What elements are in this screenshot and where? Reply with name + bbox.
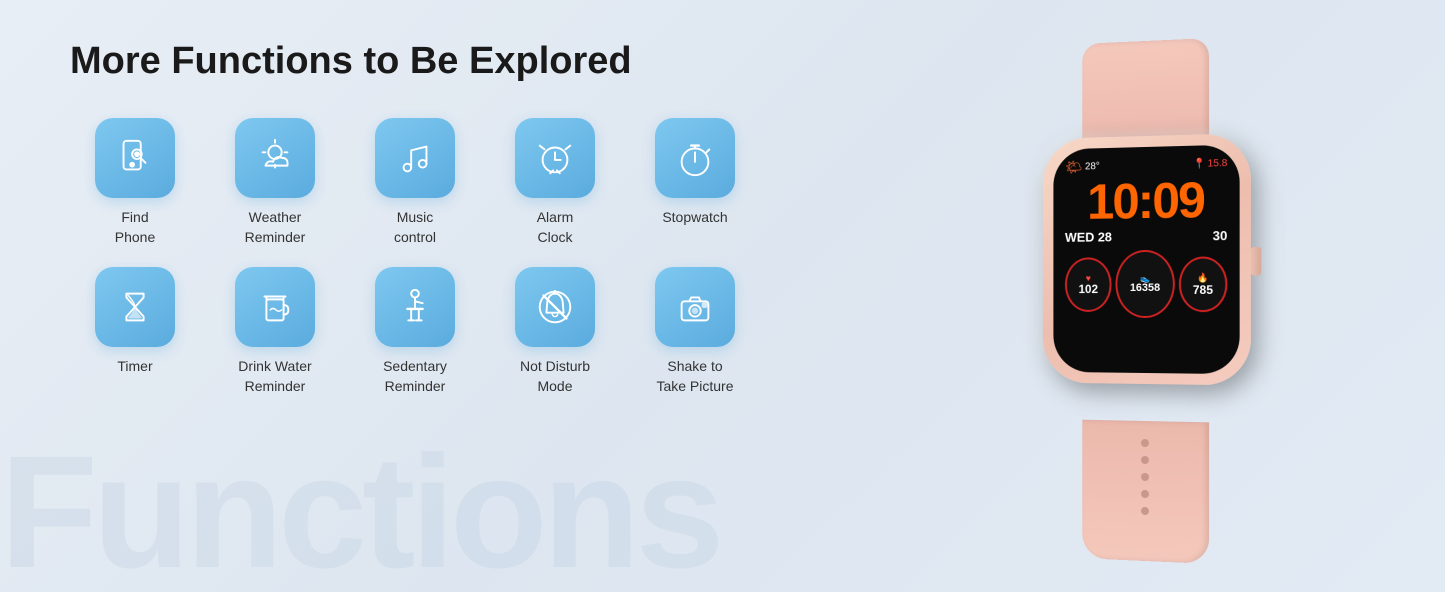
- heart-rate-gauge: ♥ 102: [1065, 257, 1112, 312]
- location-icon: 📍: [1193, 158, 1206, 169]
- calories-gauge: 🔥 785: [1179, 256, 1228, 312]
- watch-seconds: 30: [1213, 228, 1228, 243]
- function-sedentary: SedentaryReminder: [350, 267, 480, 396]
- band-hole: [1141, 490, 1149, 498]
- function-alarm-clock: AlarmClock: [490, 118, 620, 247]
- band-hole: [1141, 456, 1149, 464]
- weather-reminder-label: WeatherReminder: [245, 208, 306, 247]
- sedentary-icon-box: [375, 267, 455, 347]
- music-control-label: Musiccontrol: [394, 208, 436, 247]
- not-disturb-icon-box: [515, 267, 595, 347]
- shake-picture-icon-box: [655, 267, 735, 347]
- timer-icon-box: [95, 267, 175, 347]
- stopwatch-label: Stopwatch: [662, 208, 727, 228]
- watch-case: 🌤 28° 📍 15.8 10:09 WED 28 30: [1043, 133, 1251, 386]
- band-hole: [1141, 439, 1149, 447]
- function-stopwatch: Stopwatch: [630, 118, 760, 247]
- weather-icon: 🌤: [1065, 159, 1082, 176]
- functions-grid: FindPhone WeatherReminder: [70, 118, 905, 396]
- timer-label: Timer: [117, 357, 152, 377]
- function-drink-water: Drink WaterReminder: [210, 267, 340, 396]
- location-display: 📍 15.8: [1193, 158, 1227, 170]
- find-phone-icon-box: [95, 118, 175, 198]
- page-title: More Functions to Be Explored: [70, 40, 905, 83]
- function-music-control: Musiccontrol: [350, 118, 480, 247]
- steps-gauge: 👟 16358: [1116, 250, 1175, 318]
- function-timer: Timer: [70, 267, 200, 396]
- function-not-disturb: Not DisturbMode: [490, 267, 620, 396]
- watch-day: WED 28: [1065, 229, 1112, 244]
- watch-time: 10:09: [1065, 174, 1227, 227]
- drink-water-label: Drink WaterReminder: [238, 357, 311, 396]
- function-weather-reminder: WeatherReminder: [210, 118, 340, 247]
- alarm-clock-label: AlarmClock: [537, 208, 574, 247]
- alarm-clock-icon-box: [515, 118, 595, 198]
- band-hole: [1141, 507, 1149, 515]
- watch-gauges: ♥ 102 👟 16358 🔥 785: [1065, 249, 1227, 318]
- calories-icon: 🔥: [1197, 272, 1208, 283]
- band-holes: [1082, 420, 1209, 518]
- watch: 🌤 28° 📍 15.8 10:09 WED 28 30: [963, 32, 1340, 570]
- sedentary-label: SedentaryReminder: [383, 357, 447, 396]
- location-value: 15.8: [1208, 158, 1228, 170]
- drink-water-icon-box: [235, 267, 315, 347]
- shake-picture-label: Shake toTake Picture: [656, 357, 733, 396]
- watch-crown: [1251, 247, 1261, 276]
- right-section: 🌤 28° 📍 15.8 10:09 WED 28 30: [905, 30, 1385, 572]
- not-disturb-label: Not DisturbMode: [520, 357, 590, 396]
- watch-screen: 🌤 28° 📍 15.8 10:09 WED 28 30: [1053, 144, 1239, 374]
- band-bottom: [1082, 420, 1209, 564]
- left-section: More Functions to Be Explored FindPhone: [70, 30, 905, 572]
- weather-reminder-icon-box: [235, 118, 315, 198]
- temperature: 28°: [1085, 161, 1100, 172]
- function-shake-picture: Shake toTake Picture: [630, 267, 760, 396]
- band-hole: [1141, 473, 1149, 481]
- stopwatch-icon-box: [655, 118, 735, 198]
- calories-value: 785: [1193, 283, 1213, 295]
- function-find-phone: FindPhone: [70, 118, 200, 247]
- heart-rate-value: 102: [1079, 283, 1098, 295]
- watch-date-row: WED 28 30: [1065, 228, 1227, 245]
- find-phone-label: FindPhone: [115, 208, 155, 247]
- steps-value: 16358: [1130, 283, 1160, 294]
- music-control-icon-box: [375, 118, 455, 198]
